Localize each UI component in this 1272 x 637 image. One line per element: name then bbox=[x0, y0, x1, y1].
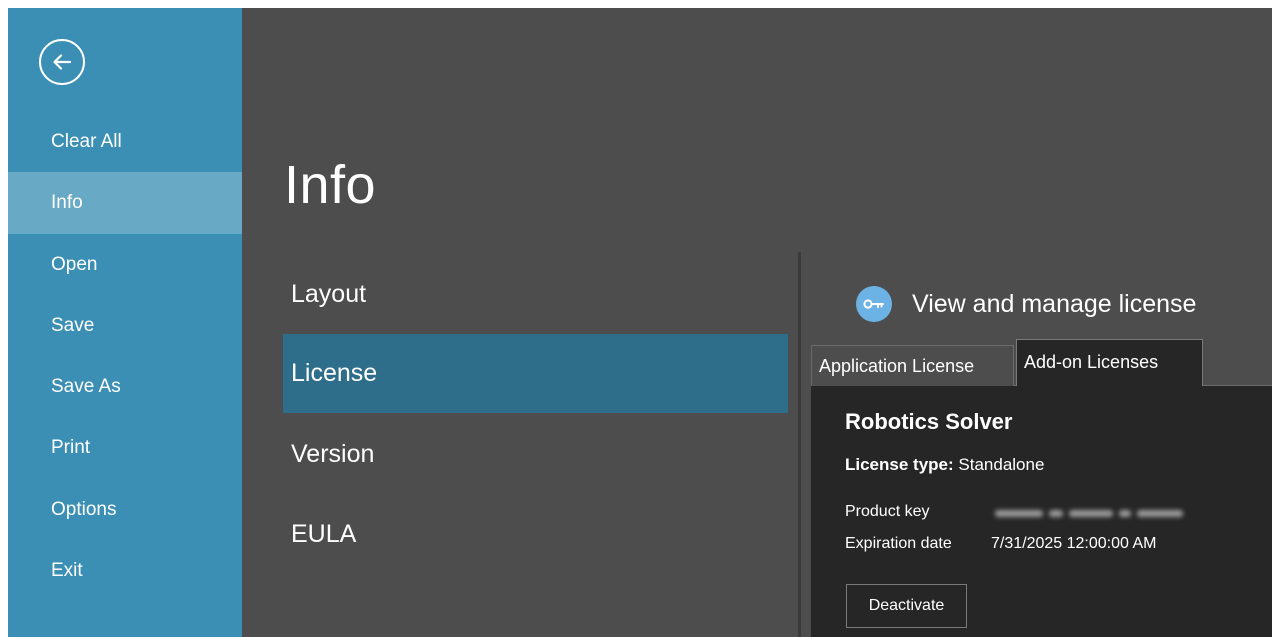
product-key-label: Product key bbox=[845, 503, 930, 520]
page-title: Info bbox=[284, 155, 377, 215]
license-type-label: License type: bbox=[845, 455, 954, 474]
license-type: License type: Standalone bbox=[845, 455, 1044, 475]
section-eula[interactable]: EULA bbox=[283, 495, 788, 574]
nav-save-as[interactable]: Save As bbox=[8, 356, 242, 418]
panel-divider bbox=[798, 252, 801, 637]
license-type-value: Standalone bbox=[958, 455, 1045, 474]
product-name: Robotics Solver bbox=[845, 409, 1013, 434]
key-icon bbox=[856, 286, 892, 322]
back-arrow-icon bbox=[53, 54, 72, 70]
nav-info[interactable]: Info bbox=[8, 172, 242, 234]
section-layout[interactable]: Layout bbox=[283, 255, 788, 334]
nav-print[interactable]: Print bbox=[8, 417, 242, 479]
license-card: Robotics Solver License type: Standalone… bbox=[811, 386, 1272, 637]
nav-exit[interactable]: Exit bbox=[8, 540, 242, 602]
tab-add-on-licenses[interactable]: Add-on Licenses bbox=[1016, 339, 1203, 386]
nav-options[interactable]: Options bbox=[8, 479, 242, 541]
nav-open[interactable]: Open bbox=[8, 234, 242, 296]
nav-save[interactable]: Save bbox=[8, 295, 242, 357]
backstage-sidebar: Clear All Info Open Save Save As Print O… bbox=[8, 8, 242, 637]
backstage-window: Clear All Info Open Save Save As Print O… bbox=[8, 8, 1272, 637]
expiration-date-value: 7/31/2025 12:00:00 AM bbox=[991, 535, 1157, 552]
license-panel-title: View and manage license bbox=[912, 289, 1197, 318]
section-license[interactable]: License bbox=[283, 334, 788, 413]
license-tabs: Application License Add-on Licenses bbox=[811, 339, 1272, 386]
back-button[interactable] bbox=[39, 39, 85, 85]
deactivate-button[interactable]: Deactivate bbox=[846, 584, 967, 628]
expiration-date-label: Expiration date bbox=[845, 535, 952, 552]
product-key-value-redacted bbox=[995, 506, 1207, 520]
license-panel: View and manage license Application Lice… bbox=[808, 252, 1272, 637]
nav-clear-all[interactable]: Clear All bbox=[8, 111, 242, 173]
section-version[interactable]: Version bbox=[283, 415, 788, 494]
license-panel-header[interactable]: View and manage license bbox=[856, 284, 1196, 324]
tab-application-license[interactable]: Application License bbox=[811, 345, 1014, 386]
